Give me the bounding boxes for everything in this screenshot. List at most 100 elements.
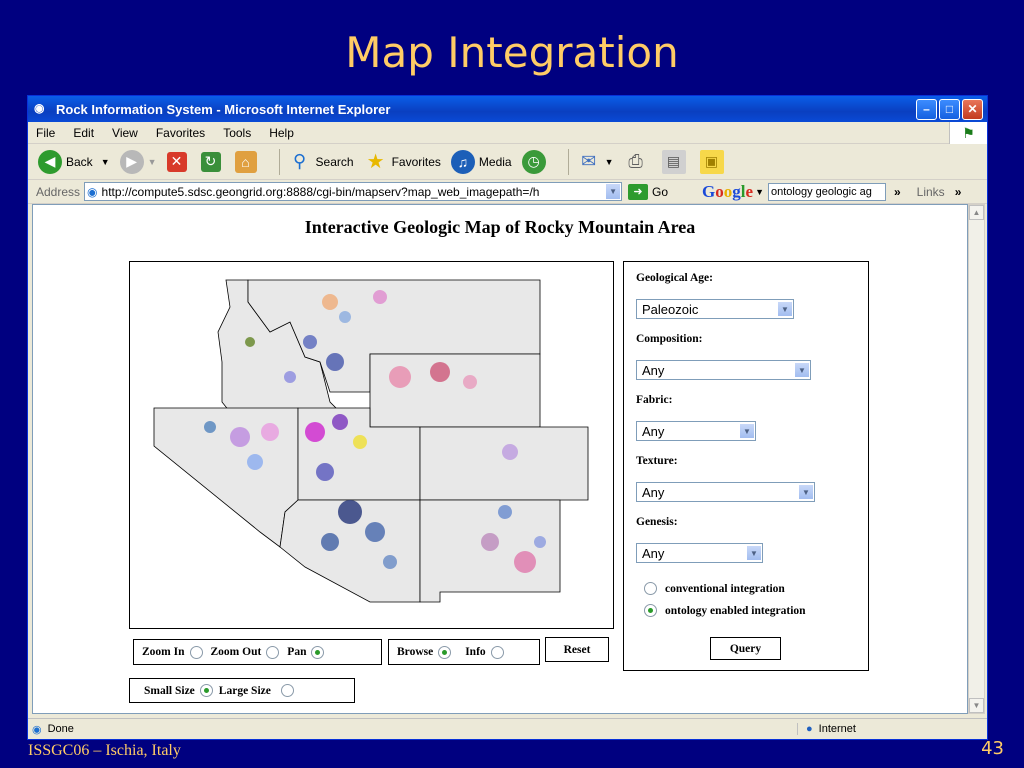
- zoom-out-label: Zoom Out: [210, 646, 262, 658]
- geological-age-label: Geological Age:: [636, 272, 713, 284]
- query-button[interactable]: Query: [710, 637, 781, 660]
- google-search-input[interactable]: ontology geologic ag: [767, 182, 886, 201]
- reset-button[interactable]: Reset: [545, 637, 609, 662]
- browser-window: ◉ Rock Information System - Microsoft In…: [27, 95, 988, 740]
- forward-button[interactable]: ▶ ▼: [119, 149, 157, 174]
- stop-button[interactable]: ✕: [166, 151, 191, 172]
- back-dropdown-icon[interactable]: ▼: [101, 157, 110, 167]
- status-text: Done: [47, 723, 74, 735]
- composition-label: Composition:: [636, 333, 703, 345]
- media-button[interactable]: ♫ Media: [450, 149, 512, 174]
- zoom-out-radio[interactable]: [266, 645, 280, 659]
- home-button[interactable]: ⌂: [234, 150, 261, 173]
- print-button[interactable]: ⎙: [624, 150, 652, 174]
- forward-arrow-icon: ▶: [119, 149, 144, 174]
- search-button[interactable]: ⚲ Search: [288, 150, 354, 174]
- chevron-down-icon: ▼: [746, 545, 762, 561]
- zone-label: Internet: [818, 723, 856, 735]
- toolbar-separator: [567, 148, 569, 175]
- fabric-value: Any: [642, 423, 665, 439]
- small-size-radio[interactable]: [199, 684, 213, 697]
- links-overflow-icon[interactable]: »: [955, 185, 962, 199]
- history-button[interactable]: ◷: [521, 149, 550, 174]
- windows-flag-icon: ⚑: [949, 122, 987, 144]
- menu-help[interactable]: Help: [269, 126, 294, 140]
- conventional-radio[interactable]: [644, 582, 657, 595]
- page-heading: Interactive Geologic Map of Rocky Mounta…: [304, 217, 696, 237]
- window-title: Rock Information System - Microsoft Inte…: [56, 101, 391, 117]
- menu-edit[interactable]: Edit: [73, 126, 94, 140]
- forward-dropdown-icon[interactable]: ▼: [148, 157, 157, 167]
- close-button[interactable]: ✕: [962, 98, 983, 120]
- info-radio[interactable]: [490, 645, 504, 659]
- home-icon: ⌂: [234, 150, 257, 173]
- refresh-button[interactable]: ↻: [200, 151, 225, 172]
- map-size-controls: Small Size Large Size: [129, 678, 355, 703]
- pan-label: Pan: [287, 646, 307, 658]
- large-size-radio[interactable]: [280, 684, 294, 697]
- chevron-down-icon: ▼: [777, 301, 793, 317]
- chevron-down-icon: ▼: [798, 484, 814, 500]
- links-label[interactable]: Links: [917, 185, 945, 199]
- favorites-label: Favorites: [391, 154, 441, 169]
- info-label: Info: [465, 646, 486, 658]
- genesis-select[interactable]: Any ▼: [636, 543, 763, 563]
- address-input[interactable]: ◉ http://compute5.sdsc.geongrid.org:8888…: [84, 182, 623, 201]
- mail-icon: ✉: [581, 151, 597, 171]
- google-logo: Google: [702, 181, 754, 201]
- fabric-label: Fabric:: [636, 394, 673, 406]
- conventional-option[interactable]: conventional integration: [640, 582, 785, 595]
- ontology-radio[interactable]: [644, 604, 657, 617]
- favorites-button[interactable]: ★ Favorites: [364, 150, 441, 174]
- go-arrow-icon: ➜: [628, 183, 649, 200]
- map-mode-controls: Browse Info: [388, 639, 540, 665]
- menu-file[interactable]: File: [36, 126, 55, 140]
- window-titlebar: ◉ Rock Information System - Microsoft In…: [28, 96, 987, 122]
- ontology-label: ontology enabled integration: [665, 604, 806, 617]
- scroll-up-icon[interactable]: ▲: [969, 205, 984, 220]
- slide-title: Map Integration: [345, 28, 679, 77]
- zoom-in-radio[interactable]: [189, 645, 203, 659]
- discuss-button[interactable]: ▣: [699, 149, 728, 174]
- pan-radio[interactable]: [311, 645, 325, 659]
- mail-dropdown-icon[interactable]: ▼: [605, 157, 614, 167]
- vertical-scrollbar[interactable]: ▲ ▼: [968, 204, 985, 714]
- menu-bar: File Edit View Favorites Tools Help ⚑: [28, 122, 987, 144]
- address-url: http://compute5.sdsc.geongrid.org:8888/c…: [101, 184, 540, 199]
- menu-view[interactable]: View: [112, 126, 138, 140]
- refresh-icon: ↻: [200, 151, 221, 172]
- back-button[interactable]: ◀ Back ▼: [38, 149, 110, 174]
- map-canvas[interactable]: [130, 262, 613, 628]
- maximize-button[interactable]: □: [939, 98, 960, 120]
- ontology-option[interactable]: ontology enabled integration: [640, 604, 806, 617]
- fabric-select[interactable]: Any ▼: [636, 421, 756, 441]
- composition-value: Any: [642, 362, 665, 378]
- footer-event: ISSGC06 – Ischia, Italy: [28, 742, 181, 759]
- ie-app-icon: ◉: [34, 101, 45, 115]
- menu-favorites[interactable]: Favorites: [156, 126, 205, 140]
- star-icon: ★: [366, 151, 385, 173]
- geological-age-select[interactable]: Paleozoic ▼: [636, 299, 794, 319]
- toolbar-separator: [278, 148, 280, 175]
- scroll-down-icon[interactable]: ▼: [969, 698, 984, 713]
- minimize-button[interactable]: –: [916, 98, 937, 120]
- standard-toolbar: ◀ Back ▼ ▶ ▼ ✕ ↻ ⌂ ⚲ Search ★ Favorites …: [28, 144, 987, 180]
- menu-tools[interactable]: Tools: [223, 126, 251, 140]
- edit-button[interactable]: ▤: [661, 149, 690, 174]
- toolbar-overflow-icon[interactable]: »: [894, 185, 901, 199]
- back-label: Back: [66, 154, 93, 169]
- browse-radio[interactable]: [438, 645, 452, 659]
- address-dropdown-icon[interactable]: ▼: [605, 183, 622, 200]
- texture-select[interactable]: Any ▼: [636, 482, 815, 502]
- google-dropdown-icon[interactable]: ▼: [755, 187, 764, 197]
- composition-select[interactable]: Any ▼: [636, 360, 811, 380]
- small-size-label: Small Size: [144, 684, 195, 697]
- geologic-map[interactable]: [129, 261, 614, 629]
- page-icon: ◉: [32, 723, 42, 736]
- genesis-value: Any: [642, 545, 665, 561]
- go-button[interactable]: ➜ Go: [628, 183, 668, 200]
- mail-button[interactable]: ✉ ▼: [577, 150, 614, 174]
- search-label: Search: [315, 154, 354, 169]
- conventional-label: conventional integration: [665, 582, 785, 595]
- genesis-label: Genesis:: [636, 516, 678, 528]
